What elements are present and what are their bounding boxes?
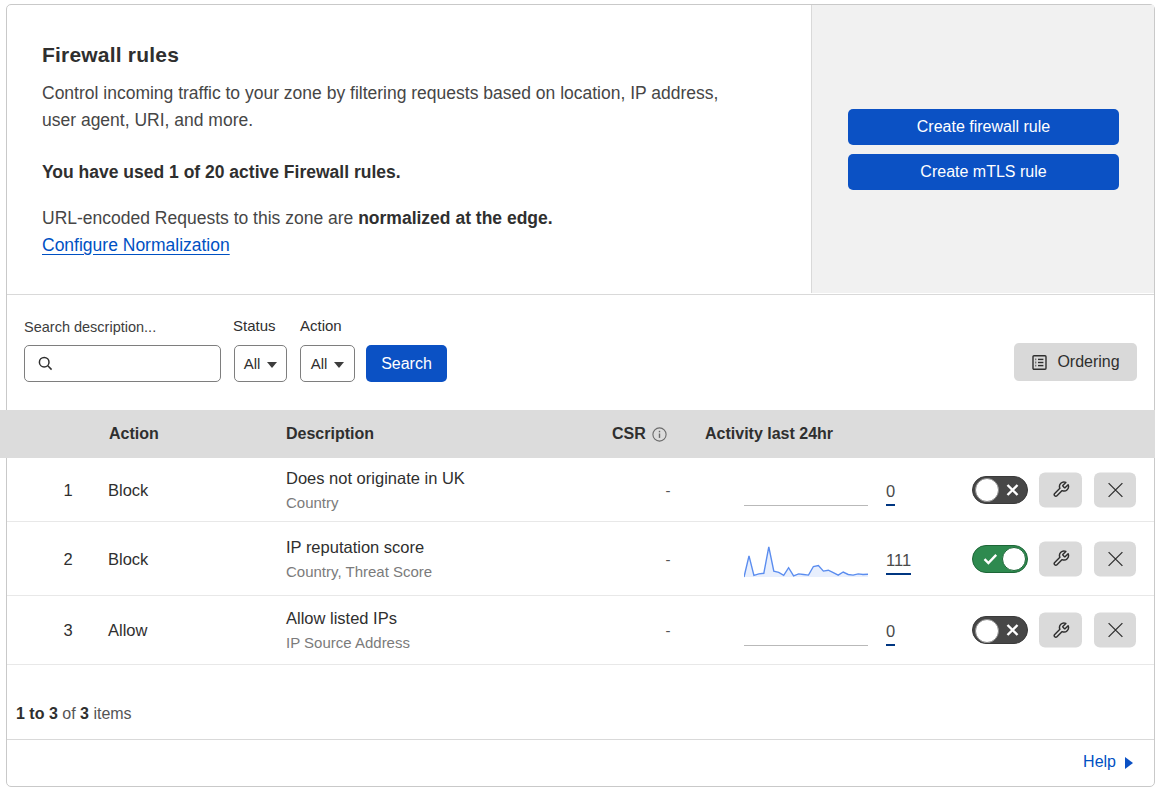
page-description: Control incoming traffic to your zone by…	[42, 80, 742, 134]
normalization-note: URL-encoded Requests to this zone are no…	[42, 208, 553, 229]
table-header-row: Action Description CSR Activity last 24h…	[0, 410, 1155, 458]
x-icon	[1006, 483, 1019, 496]
pagination-of: of	[58, 705, 80, 722]
rule-priority: 3	[56, 621, 80, 640]
rule-description-cell: Does not originate in UK Country	[286, 467, 465, 513]
pagination-items: items	[89, 705, 132, 722]
activity-sparkline-flat	[744, 645, 868, 646]
rule-description-cell: IP reputation score Country, Threat Scor…	[286, 536, 432, 582]
close-icon	[1107, 481, 1124, 498]
delete-rule-button[interactable]	[1094, 472, 1136, 507]
action-label: Action	[300, 317, 342, 334]
header-bottom-divider	[7, 294, 1154, 295]
rule-description: Allow listed IPs	[286, 607, 410, 629]
edit-rule-button[interactable]	[1039, 472, 1082, 507]
table-row: 3 Allow Allow listed IPs IP Source Addre…	[7, 596, 1154, 665]
chevron-down-icon	[267, 362, 277, 368]
search-description-label: Search description...	[24, 319, 156, 335]
actions-panel	[812, 5, 1154, 293]
usage-note: You have used 1 of 20 active Firewall ru…	[42, 162, 401, 183]
close-icon	[1107, 622, 1124, 639]
rule-enabled-toggle[interactable]	[972, 616, 1028, 644]
search-button[interactable]: Search	[366, 345, 447, 382]
wrench-icon	[1052, 481, 1070, 499]
column-header-description: Description	[286, 410, 374, 458]
action-select-value: All	[311, 355, 328, 372]
rule-description: Does not originate in UK	[286, 467, 465, 489]
wrench-icon	[1052, 621, 1070, 639]
activity-sparkline-flat	[744, 505, 868, 506]
toggle-knob	[975, 478, 999, 502]
info-icon[interactable]	[652, 427, 667, 442]
rule-activity-cell: 0	[744, 596, 934, 664]
table-row: 2 Block IP reputation score Country, Thr…	[7, 522, 1154, 596]
csr-header-label: CSR	[612, 425, 646, 443]
status-label: Status	[233, 317, 276, 334]
column-header-activity: Activity last 24hr	[705, 410, 833, 458]
help-link-label: Help	[1083, 753, 1116, 771]
rule-criteria: Country	[286, 493, 465, 513]
rule-action: Block	[108, 549, 148, 568]
search-input-box[interactable]	[24, 345, 221, 382]
delete-rule-button[interactable]	[1094, 541, 1136, 576]
activity-count-link[interactable]: 0	[886, 481, 895, 506]
rule-action: Block	[108, 480, 148, 499]
arrow-right-icon	[1125, 757, 1133, 769]
activity-count-link[interactable]: 111	[886, 550, 911, 575]
status-select-value: All	[244, 355, 261, 372]
rule-activity-cell: 0	[744, 458, 934, 521]
check-icon	[983, 553, 998, 565]
footer-divider	[7, 739, 1154, 740]
rule-action: Allow	[108, 621, 147, 640]
search-input[interactable]	[62, 355, 220, 372]
normalization-bold-text: normalized at the edge.	[358, 208, 552, 228]
search-icon	[38, 356, 53, 371]
status-select[interactable]: All	[234, 345, 287, 382]
ordering-button[interactable]: Ordering	[1014, 343, 1137, 381]
rule-enabled-toggle[interactable]	[972, 476, 1028, 504]
normalization-text: URL-encoded Requests to this zone are	[42, 208, 358, 228]
rule-criteria: IP Source Address	[286, 633, 410, 653]
create-firewall-rule-button[interactable]: Create firewall rule	[848, 109, 1119, 145]
rule-csr-value: -	[660, 622, 676, 639]
rule-priority: 2	[56, 549, 80, 568]
header-vertical-divider	[811, 5, 812, 293]
edit-rule-button[interactable]	[1039, 613, 1082, 648]
rule-priority: 1	[56, 480, 80, 499]
activity-count-link[interactable]: 0	[886, 621, 895, 646]
create-mtls-rule-button[interactable]: Create mTLS rule	[848, 154, 1119, 190]
ordered-list-icon	[1031, 354, 1048, 371]
pagination-total: 3	[80, 705, 89, 722]
rule-enabled-toggle[interactable]	[972, 545, 1028, 573]
configure-normalization-link[interactable]: Configure Normalization	[42, 235, 230, 256]
pagination-summary: 1 to 3 of 3 items	[16, 705, 132, 723]
activity-sparkline-chart	[744, 544, 868, 578]
rule-csr-value: -	[660, 550, 676, 567]
action-select[interactable]: All	[300, 345, 355, 382]
table-row: 1 Block Does not originate in UK Country…	[7, 458, 1154, 522]
toggle-knob	[975, 619, 999, 643]
rule-description: IP reputation score	[286, 536, 432, 558]
rule-criteria: Country, Threat Score	[286, 562, 432, 582]
delete-rule-button[interactable]	[1094, 613, 1136, 648]
toggle-knob	[1002, 547, 1026, 571]
close-icon	[1107, 550, 1124, 567]
page-title: Firewall rules	[42, 43, 179, 67]
ordering-button-label: Ordering	[1057, 353, 1119, 371]
column-header-csr: CSR	[612, 410, 667, 458]
pagination-range: 1 to 3	[16, 705, 58, 722]
rule-csr-value: -	[660, 481, 676, 498]
x-icon	[1006, 624, 1019, 637]
column-header-action: Action	[109, 410, 159, 458]
help-link[interactable]: Help	[1083, 753, 1133, 771]
wrench-icon	[1052, 550, 1070, 568]
edit-rule-button[interactable]	[1039, 541, 1082, 576]
chevron-down-icon	[334, 362, 344, 368]
rule-description-cell: Allow listed IPs IP Source Address	[286, 607, 410, 653]
rule-activity-cell: 111	[744, 522, 934, 595]
